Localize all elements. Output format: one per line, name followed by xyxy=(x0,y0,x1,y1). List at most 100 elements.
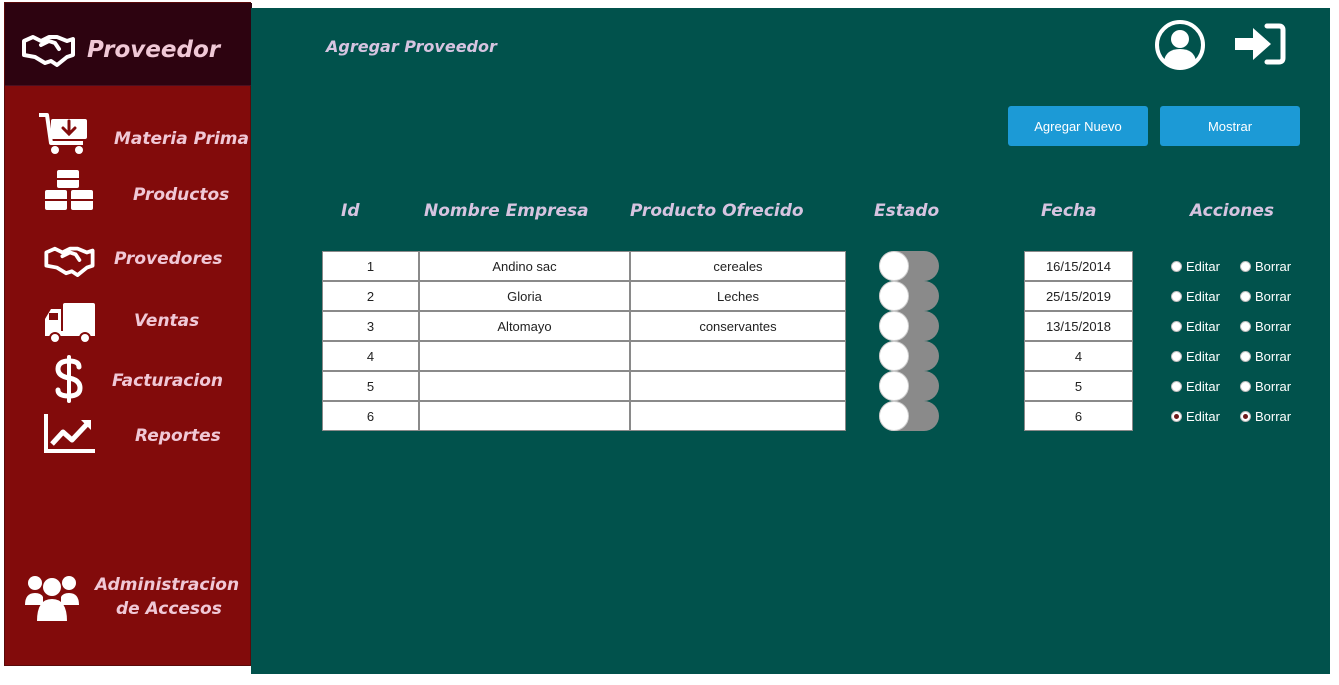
delete-radio-label: Borrar xyxy=(1255,409,1292,424)
sidebar-item-label: Reportes xyxy=(135,426,221,446)
cell-producto: cereales xyxy=(630,251,846,281)
dollar-icon xyxy=(55,355,83,403)
sidebar: Proveedor Materia Prima Productos Proved… xyxy=(4,2,252,666)
cell-empresa: Andino sac xyxy=(419,251,630,281)
cell-id: 6 xyxy=(322,401,419,431)
column-header-empresa: Nombre Empresa xyxy=(424,201,589,221)
estado-toggle[interactable] xyxy=(879,401,939,431)
sidebar-item-label: Ventas xyxy=(134,311,200,331)
sidebar-item-ventas[interactable]: Ventas xyxy=(5,297,252,347)
edit-radio[interactable]: Editar xyxy=(1171,349,1220,364)
delete-radio[interactable]: Borrar xyxy=(1240,349,1291,364)
toggle-knob xyxy=(879,401,909,431)
delete-radio[interactable]: Borrar xyxy=(1240,259,1291,274)
handshake-icon xyxy=(44,246,95,277)
cell-id: 4 xyxy=(322,341,419,371)
radio-dot xyxy=(1240,321,1251,332)
estado-toggle[interactable] xyxy=(879,251,939,281)
cart-download-icon xyxy=(39,113,87,154)
app-title: Proveedor xyxy=(87,37,221,63)
cell-id: 1 xyxy=(322,251,419,281)
cell-empresa: Altomayo xyxy=(419,311,630,341)
edit-radio[interactable]: Editar xyxy=(1171,319,1220,334)
edit-radio-label: Editar xyxy=(1186,289,1220,304)
truck-icon xyxy=(45,303,95,344)
edit-radio[interactable]: Editar xyxy=(1171,259,1220,274)
user-circle-icon[interactable] xyxy=(1154,19,1206,71)
cell-fecha: 6 xyxy=(1024,401,1133,431)
cell-id: 2 xyxy=(322,281,419,311)
main-content: Agregar Proveedor Agregar Nuevo Mostrar … xyxy=(251,8,1330,674)
radio-dot xyxy=(1240,381,1251,392)
radio-dot-selected xyxy=(1240,411,1251,422)
delete-radio-label: Borrar xyxy=(1255,349,1292,364)
cell-fecha: 13/15/2018 xyxy=(1024,311,1133,341)
column-header-acciones: Acciones xyxy=(1190,201,1275,221)
cell-producto: Leches xyxy=(630,281,846,311)
estado-toggle[interactable] xyxy=(879,311,939,341)
cell-producto xyxy=(630,401,846,431)
toggle-knob xyxy=(879,371,909,401)
radio-dot-selected xyxy=(1171,411,1182,422)
sign-in-icon[interactable] xyxy=(1233,22,1287,66)
edit-radio-label: Editar xyxy=(1186,319,1220,334)
estado-toggle[interactable] xyxy=(879,371,939,401)
toggle-knob xyxy=(879,251,909,281)
add-new-button[interactable]: Agregar Nuevo xyxy=(1008,106,1148,146)
sidebar-item-label-line2: de Accesos xyxy=(116,599,222,619)
delete-radio-label: Borrar xyxy=(1255,379,1292,394)
delete-radio[interactable]: Borrar xyxy=(1240,319,1291,334)
estado-toggle[interactable] xyxy=(879,341,939,371)
radio-dot xyxy=(1171,291,1182,302)
edit-radio-label: Editar xyxy=(1186,379,1220,394)
sidebar-item-provedores[interactable]: Provedores xyxy=(5,235,252,285)
delete-radio[interactable]: Borrar xyxy=(1240,289,1291,304)
page-title: Agregar Proveedor xyxy=(326,37,497,56)
show-button[interactable]: Mostrar xyxy=(1160,106,1300,146)
edit-radio-label: Editar xyxy=(1186,259,1220,274)
cell-empresa: Gloria xyxy=(419,281,630,311)
delete-radio[interactable]: Borrar xyxy=(1240,409,1291,424)
radio-dot xyxy=(1240,291,1251,302)
radio-dot xyxy=(1171,381,1182,392)
cell-fecha: 5 xyxy=(1024,371,1133,401)
radio-dot xyxy=(1171,261,1182,272)
sidebar-item-facturacion[interactable]: Facturacion xyxy=(5,355,252,405)
edit-radio[interactable]: Editar xyxy=(1171,409,1220,424)
cell-producto xyxy=(630,371,846,401)
delete-radio[interactable]: Borrar xyxy=(1240,379,1291,394)
cell-fecha: 16/15/2014 xyxy=(1024,251,1133,281)
cell-fecha: 25/15/2019 xyxy=(1024,281,1133,311)
sidebar-item-productos[interactable]: Productos xyxy=(5,166,252,216)
cell-empresa xyxy=(419,341,630,371)
brand-header: Proveedor xyxy=(5,3,252,86)
cell-producto xyxy=(630,341,846,371)
sidebar-item-reportes[interactable]: Reportes xyxy=(5,410,252,460)
toggle-knob xyxy=(879,341,909,371)
sidebar-item-label-line1: Administracion xyxy=(95,575,240,595)
delete-radio-label: Borrar xyxy=(1255,259,1292,274)
edit-radio-label: Editar xyxy=(1186,409,1220,424)
edit-radio[interactable]: Editar xyxy=(1171,379,1220,394)
column-header-producto: Producto Ofrecido xyxy=(630,201,804,221)
cell-producto: conservantes xyxy=(630,311,846,341)
radio-dot xyxy=(1171,351,1182,362)
chart-line-icon xyxy=(44,414,95,453)
sidebar-item-label: Productos xyxy=(133,185,230,205)
column-header-estado: Estado xyxy=(874,201,940,221)
cell-id: 3 xyxy=(322,311,419,341)
app-frame: Proveedor Materia Prima Productos Proved… xyxy=(4,2,1330,674)
sidebar-item-label: Provedores xyxy=(114,249,223,269)
cell-fecha: 4 xyxy=(1024,341,1133,371)
column-header-id: Id xyxy=(341,201,360,221)
delete-radio-label: Borrar xyxy=(1255,319,1292,334)
edit-radio-label: Editar xyxy=(1186,349,1220,364)
users-icon xyxy=(25,576,79,621)
edit-radio[interactable]: Editar xyxy=(1171,289,1220,304)
cell-id: 5 xyxy=(322,371,419,401)
estado-toggle[interactable] xyxy=(879,281,939,311)
sidebar-item-materia-prima[interactable]: Materia Prima xyxy=(5,107,252,157)
handshake-icon xyxy=(22,35,75,67)
sidebar-item-administracion[interactable]: Administracion de Accesos xyxy=(5,567,252,633)
toggle-knob xyxy=(879,281,909,311)
